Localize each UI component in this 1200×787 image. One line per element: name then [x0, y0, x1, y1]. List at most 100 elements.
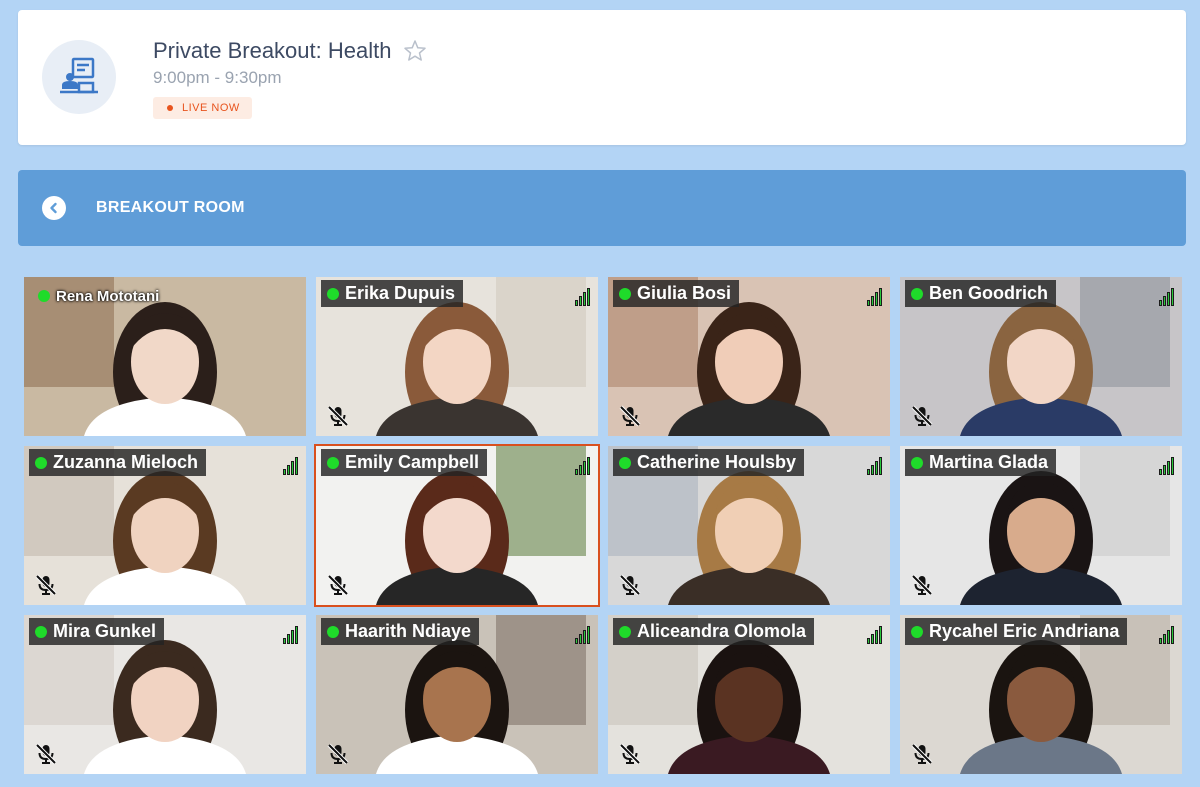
breakout-room-bar: BREAKOUT ROOM: [18, 170, 1186, 246]
signal-strength-icon: [1159, 624, 1174, 644]
breakout-room-title: BREAKOUT ROOM: [96, 199, 245, 216]
video-tile[interactable]: Martina Glada: [900, 446, 1182, 605]
participant-name-tag: Zuzanna Mieloch: [29, 449, 207, 476]
participant-name-tag: Rena Mototani: [32, 285, 167, 307]
video-tile[interactable]: Zuzanna Mieloch: [24, 446, 306, 605]
signal-bar: [879, 626, 882, 644]
chevron-left-icon: [50, 202, 57, 214]
signal-bar: [1163, 465, 1166, 475]
mic-muted-icon[interactable]: [618, 404, 642, 428]
signal-bar: [867, 638, 870, 644]
video-tile[interactable]: Rycahel Eric Andriana: [900, 615, 1182, 774]
event-title: Private Breakout: Health: [153, 38, 427, 64]
signal-bar: [871, 465, 874, 475]
live-status-text: LIVE NOW: [182, 102, 240, 114]
signal-bar: [587, 457, 590, 475]
video-tile[interactable]: Giulia Bosi: [608, 277, 890, 436]
signal-strength-icon: [867, 624, 882, 644]
video-tile[interactable]: Emily Campbell: [314, 444, 600, 607]
video-tile[interactable]: Rena Mototani: [24, 277, 306, 436]
online-status-icon: [619, 625, 631, 638]
signal-bar: [1171, 457, 1174, 475]
signal-bar: [871, 634, 874, 644]
signal-bar: [295, 626, 298, 644]
participant-name: Aliceandra Olomola: [637, 621, 807, 641]
signal-bar: [575, 300, 578, 306]
signal-bar: [587, 626, 590, 644]
online-status-icon: [327, 625, 339, 638]
participant-name-tag: Catherine Houlsby: [613, 449, 805, 476]
participant-name-tag: Emily Campbell: [321, 449, 488, 476]
signal-bar: [1159, 469, 1162, 475]
signal-bar: [287, 634, 290, 644]
online-status-icon: [327, 456, 339, 469]
signal-strength-icon: [283, 624, 298, 644]
signal-strength-icon: [1159, 455, 1174, 475]
mic-muted-icon[interactable]: [34, 742, 58, 766]
signal-bar: [575, 469, 578, 475]
mic-muted-icon[interactable]: [910, 573, 934, 597]
signal-strength-icon: [575, 624, 590, 644]
video-tile[interactable]: Erika Dupuis: [316, 277, 598, 436]
participant-name-tag: Ben Goodrich: [905, 280, 1057, 307]
signal-strength-icon: [283, 455, 298, 475]
signal-bar: [879, 288, 882, 306]
online-status-icon: [619, 287, 631, 300]
online-status-icon: [911, 456, 923, 469]
participant-name: Haarith Ndiaye: [345, 621, 472, 641]
signal-bar: [295, 457, 298, 475]
mic-muted-icon[interactable]: [34, 573, 58, 597]
participant-name-tag: Rycahel Eric Andriana: [905, 618, 1128, 645]
video-tile[interactable]: Mira Gunkel: [24, 615, 306, 774]
signal-bar: [875, 461, 878, 475]
signal-bar: [867, 469, 870, 475]
event-header-card: Private Breakout: Health 9:00pm - 9:30pm…: [18, 10, 1186, 145]
signal-strength-icon: [575, 286, 590, 306]
participant-name: Erika Dupuis: [345, 283, 456, 303]
online-status-icon: [35, 625, 47, 638]
signal-bar: [1159, 300, 1162, 306]
video-tile[interactable]: Catherine Houlsby: [608, 446, 890, 605]
participant-name: Catherine Houlsby: [637, 452, 797, 472]
signal-bar: [291, 461, 294, 475]
signal-bar: [1163, 634, 1166, 644]
signal-bar: [879, 457, 882, 475]
signal-bar: [583, 292, 586, 306]
signal-bar: [871, 296, 874, 306]
signal-bar: [579, 296, 582, 306]
signal-bar: [583, 630, 586, 644]
participant-name: Ben Goodrich: [929, 283, 1049, 303]
participant-name: Mira Gunkel: [53, 621, 157, 641]
signal-bar: [1167, 630, 1170, 644]
video-tile[interactable]: Haarith Ndiaye: [316, 615, 598, 774]
event-title-text: Private Breakout: Health: [153, 38, 392, 63]
signal-bar: [579, 465, 582, 475]
mic-muted-icon[interactable]: [326, 404, 350, 428]
video-tile[interactable]: Ben Goodrich: [900, 277, 1182, 436]
signal-bar: [287, 465, 290, 475]
mic-muted-icon[interactable]: [326, 742, 350, 766]
signal-bar: [583, 461, 586, 475]
participant-name: Rena Mototani: [56, 287, 160, 305]
favorite-star-icon[interactable]: [403, 39, 427, 63]
signal-bar: [575, 638, 578, 644]
online-status-icon: [911, 625, 923, 638]
event-time: 9:00pm - 9:30pm: [153, 68, 282, 87]
signal-bar: [1163, 296, 1166, 306]
breakout-room-icon: [60, 57, 98, 94]
signal-bar: [283, 638, 286, 644]
signal-bar: [1167, 461, 1170, 475]
mic-muted-icon[interactable]: [910, 742, 934, 766]
video-tile[interactable]: Aliceandra Olomola: [608, 615, 890, 774]
online-status-icon: [327, 287, 339, 300]
signal-bar: [1171, 288, 1174, 306]
mic-muted-icon[interactable]: [618, 573, 642, 597]
participant-name: Zuzanna Mieloch: [53, 452, 199, 472]
signal-bar: [587, 288, 590, 306]
mic-muted-icon[interactable]: [910, 404, 934, 428]
back-button[interactable]: [42, 196, 66, 220]
signal-bar: [1167, 292, 1170, 306]
event-avatar: [42, 40, 116, 114]
mic-muted-icon[interactable]: [618, 742, 642, 766]
mic-muted-icon[interactable]: [326, 573, 350, 597]
